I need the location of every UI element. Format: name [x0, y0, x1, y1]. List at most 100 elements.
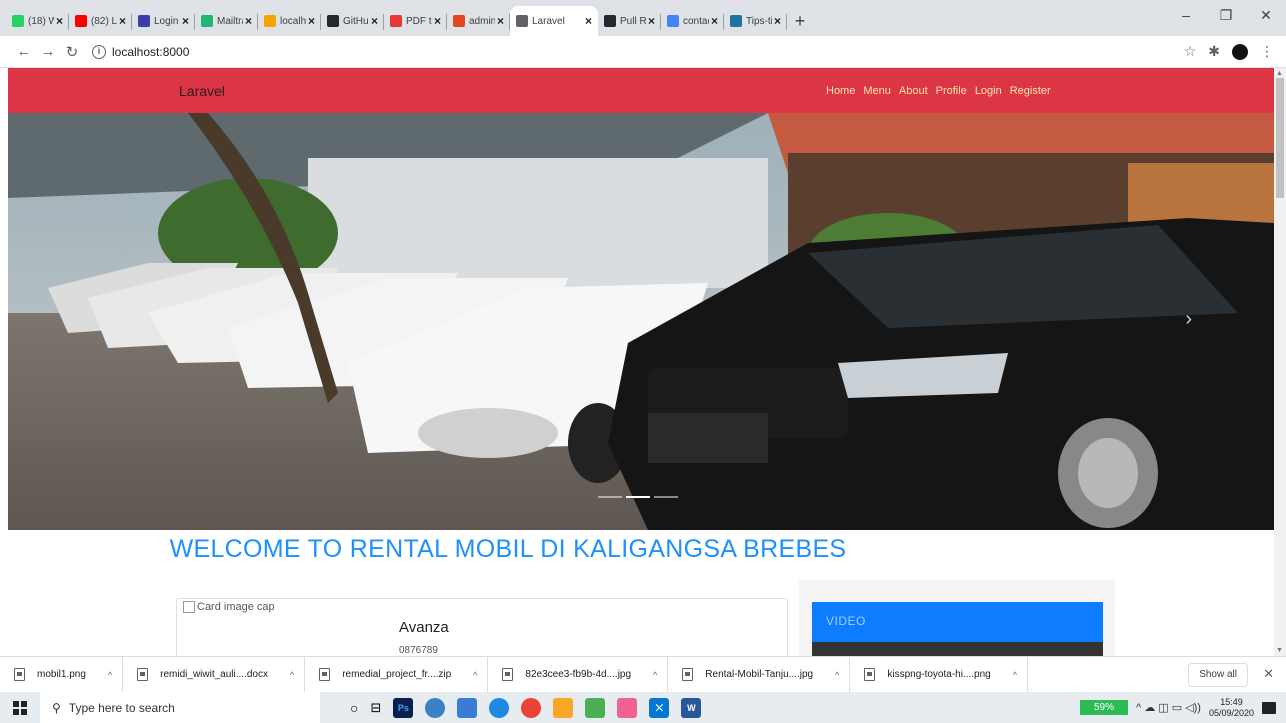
address-bar[interactable]: i localhost:8000: [92, 39, 1184, 65]
close-tab-icon[interactable]: ×: [585, 14, 592, 28]
close-tab-icon[interactable]: ×: [434, 14, 441, 28]
carousel-indicator-3[interactable]: [654, 496, 678, 498]
scroll-thumb[interactable]: [1276, 78, 1284, 198]
browser-tab[interactable]: Pull Req×: [598, 6, 661, 36]
vscode-icon[interactable]: ⨉: [649, 697, 670, 718]
download-item[interactable]: 82e3cee3-fb9b-4d....jpg ^: [488, 656, 669, 693]
minimize-icon[interactable]: –: [1166, 0, 1206, 30]
edge-icon[interactable]: [489, 697, 510, 718]
notification-icon[interactable]: [1262, 701, 1276, 714]
app-icon-pink[interactable]: [617, 697, 638, 718]
download-filename: 82e3cee3-fb9b-4d....jpg: [525, 669, 632, 680]
download-options-icon[interactable]: ^: [290, 670, 294, 680]
tab-title: admin: [469, 15, 495, 27]
file-icon: [682, 668, 694, 681]
nav-menu[interactable]: Menu: [863, 85, 891, 97]
close-tab-icon[interactable]: ×: [182, 14, 189, 28]
task-view-icon[interactable]: ⊟: [370, 700, 381, 716]
browser-tab[interactable]: GitHub×: [321, 6, 384, 36]
profile-avatar[interactable]: [1232, 43, 1248, 60]
scroll-up-icon[interactable]: ▲: [1276, 70, 1283, 77]
hero-carousel[interactable]: ›: [8, 113, 1274, 530]
download-item[interactable]: Rental-Mobil-Tanju....jpg ^: [668, 656, 851, 693]
close-tab-icon[interactable]: ×: [497, 14, 504, 28]
browser-tab[interactable]: localhos×: [258, 6, 321, 36]
windows-start-icon[interactable]: [0, 700, 40, 715]
battery-indicator[interactable]: 59%: [1079, 700, 1128, 715]
cortana-icon[interactable]: ○: [350, 700, 358, 716]
close-tab-icon[interactable]: ×: [774, 14, 781, 28]
tab-title: PDF to V: [406, 15, 432, 27]
carousel-indicator-1[interactable]: [598, 496, 622, 498]
close-shelf-icon[interactable]: ✕: [1263, 666, 1274, 682]
site-brand[interactable]: Laravel: [179, 83, 225, 99]
download-options-icon[interactable]: ^: [1013, 670, 1017, 680]
close-tab-icon[interactable]: ×: [119, 14, 126, 28]
nav-links: Home Menu About Profile Login Register: [826, 85, 1051, 97]
browser-tab[interactable]: contac×: [661, 6, 724, 36]
reload-icon[interactable]: ↻: [60, 43, 84, 61]
app-icon-blue[interactable]: [425, 697, 446, 718]
clock[interactable]: 15:49 05/09/2020: [1209, 697, 1254, 719]
youtube-icon: [75, 15, 87, 27]
close-tab-icon[interactable]: ×: [371, 14, 378, 28]
chrome-icon[interactable]: [521, 697, 542, 718]
download-filename: remidi_wiwit_auli....docx: [160, 669, 268, 680]
nav-profile[interactable]: Profile: [936, 85, 967, 97]
photoshop-icon[interactable]: Ps: [393, 697, 414, 718]
carousel-next-icon[interactable]: ›: [1185, 308, 1192, 331]
download-item[interactable]: remidi_wiwit_auli....docx ^: [123, 656, 306, 693]
browser-tab[interactable]: admin ×: [447, 6, 510, 36]
tab-strip: (18) Wh×(82) Lara×Login Fo×Mailtrap×loca…: [0, 0, 1286, 36]
taskbar-search-input[interactable]: ⚲ Type here to search: [40, 692, 320, 723]
close-tab-icon[interactable]: ×: [711, 14, 718, 28]
carousel-indicator-2[interactable]: [626, 496, 650, 498]
mail-icon[interactable]: [457, 697, 478, 718]
nav-home[interactable]: Home: [826, 85, 855, 97]
nav-register[interactable]: Register: [1010, 85, 1051, 97]
close-tab-icon[interactable]: ×: [308, 14, 315, 28]
close-tab-icon[interactable]: ×: [56, 14, 63, 28]
app-icon-green[interactable]: [585, 697, 606, 718]
tab-title: Mailtrap: [217, 15, 243, 27]
page-scrollbar[interactable]: ▲ ▼: [1274, 68, 1286, 656]
download-item[interactable]: mobil1.png ^: [0, 656, 124, 693]
browser-tab[interactable]: PDF to V×: [384, 6, 447, 36]
download-filename: Rental-Mobil-Tanju....jpg: [705, 669, 814, 680]
new-tab-button[interactable]: +: [787, 6, 813, 36]
tray-icons[interactable]: ^ ☁ ◫ ▭ ◁)): [1136, 701, 1201, 714]
browser-tab[interactable]: Laravel ×: [510, 6, 598, 36]
search-icon: ⚲: [52, 700, 61, 715]
download-options-icon[interactable]: ^: [835, 670, 839, 680]
word-icon[interactable]: W: [681, 697, 702, 718]
browser-tab[interactable]: (18) Wh×: [6, 6, 69, 36]
site-info-icon[interactable]: i: [92, 44, 106, 59]
close-tab-icon[interactable]: ×: [648, 14, 655, 28]
nav-login[interactable]: Login: [975, 85, 1002, 97]
browser-tab[interactable]: Login Fo×: [132, 6, 195, 36]
extensions-icon[interactable]: ✱: [1208, 43, 1220, 60]
browser-tab[interactable]: Tips-tip×: [724, 6, 787, 36]
download-options-icon[interactable]: ^: [108, 670, 112, 680]
download-options-icon[interactable]: ^: [473, 670, 477, 680]
menu-dots-icon[interactable]: ⋮: [1260, 43, 1274, 60]
browser-tab[interactable]: Mailtrap×: [195, 6, 258, 36]
download-item[interactable]: remedial_project_fr....zip ^: [305, 656, 489, 693]
phpmyadmin-icon: [264, 15, 276, 27]
close-window-icon[interactable]: ✕: [1246, 0, 1286, 30]
show-all-downloads-button[interactable]: Show all: [1188, 663, 1248, 687]
tab-title: localhos: [280, 15, 306, 27]
card-image-alt: Card image cap: [197, 601, 275, 613]
forward-icon[interactable]: →: [36, 43, 60, 60]
nav-about[interactable]: About: [899, 85, 928, 97]
close-tab-icon[interactable]: ×: [245, 14, 252, 28]
download-options-icon[interactable]: ^: [653, 670, 657, 680]
scroll-down-icon[interactable]: ▼: [1276, 647, 1283, 654]
bookmark-star-icon[interactable]: ☆: [1184, 43, 1197, 60]
back-icon[interactable]: ←: [12, 43, 36, 60]
maximize-icon[interactable]: ❐: [1206, 0, 1246, 30]
file-explorer-icon[interactable]: [553, 697, 574, 718]
browser-tab[interactable]: (82) Lara×: [69, 6, 132, 36]
tab-title: GitHub: [343, 15, 369, 27]
download-item[interactable]: kisspng-toyota-hi....png ^: [850, 656, 1028, 693]
